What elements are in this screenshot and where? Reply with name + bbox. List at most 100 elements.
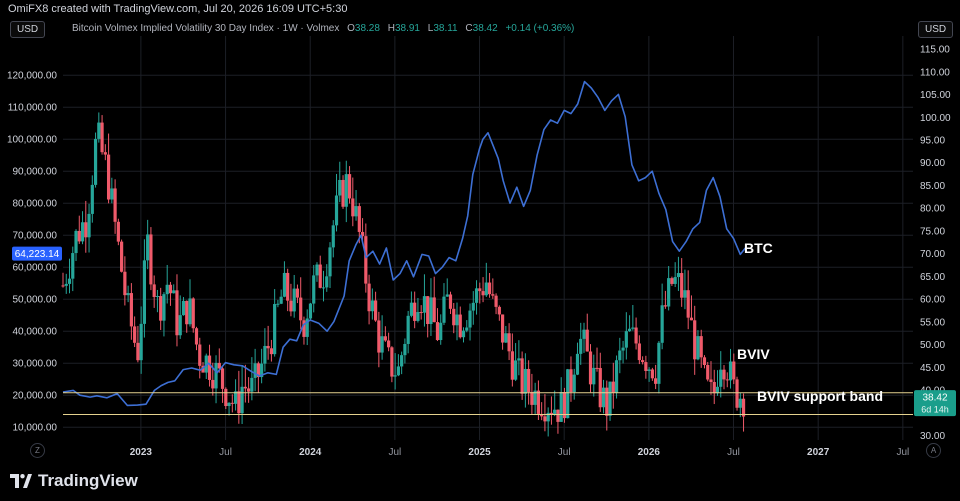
right-tick-label: 95.00 [920,136,945,147]
candle-body [634,327,638,344]
candle-body [559,392,563,422]
right-price-axis: 115.00 110.00 105.00 100.00 95.00 90.00 85.00 8… [920,45,951,442]
candle-body [670,278,674,284]
goto-right-button[interactable]: A [926,443,941,458]
change-value: +0.14 (+0.36%) [505,23,575,34]
candle-body [484,282,488,296]
candle-body [579,338,583,354]
candle-body [328,247,332,277]
btc-price-tag-label: 64,223.14 [15,249,60,260]
candle-body [478,288,482,292]
candle-body [474,288,479,303]
candle-body [120,241,124,272]
candle-body [116,221,120,242]
candle-body [569,369,573,393]
candle-body [188,298,192,325]
candle-body [347,174,352,199]
candle-body [87,213,91,238]
candle-body [500,314,505,343]
candle-body [315,264,319,276]
time-tick-label: 2026 [638,447,661,458]
candle-body [93,138,98,185]
brand-name: TradingView [38,471,138,490]
candle-body [536,390,541,414]
close-value: 38.42 [472,23,498,34]
candle-body [448,294,453,309]
candle-body [647,369,651,371]
time-tick-label: 2025 [468,447,491,458]
candle-body [162,294,166,321]
candle-body [416,312,420,321]
candle-body [390,347,394,377]
candle-body [61,285,65,287]
candle-body [393,375,397,377]
candle-body [282,272,287,297]
candle-body [445,294,449,297]
candle-body [168,284,173,294]
candle-body [318,264,322,288]
candle-body [728,361,733,381]
candle-body [77,230,81,242]
candle-body [97,122,101,139]
candle-body [207,355,212,380]
candle-body [67,278,72,284]
candle-body [178,315,182,336]
candle-body [263,345,267,364]
left-currency-button[interactable]: USD [10,21,46,38]
left-tick-label: 100,000.00 [7,135,57,146]
candle-body [523,368,527,394]
candle-body [165,284,169,295]
candle-body [455,314,459,326]
high-label: H [387,23,395,34]
high-value: 38.91 [394,23,420,34]
right-tick-label: 85.00 [920,181,945,192]
candle-body [64,283,68,286]
candle-body [373,300,378,321]
candle-body [693,320,697,360]
close-label: C [465,23,473,34]
right-tick-label: 45.00 [920,363,945,374]
candle-body [527,368,531,392]
candle-body [136,342,140,361]
candle-body [354,206,358,217]
goto-left-button[interactable]: Z [30,443,45,458]
candle-body [172,290,176,294]
candle-body [250,377,254,392]
candle-body [377,320,381,353]
candle-body [100,122,104,153]
candle-body [191,298,195,329]
candle-body [214,362,218,389]
candle-body [71,253,75,279]
candle-body [142,260,147,324]
candle-body [139,323,143,361]
candle-body [572,374,576,393]
candle-body [432,297,436,323]
candle-body [442,296,446,323]
right-tick-label: 100.00 [920,113,951,124]
candle-body [103,152,107,155]
candle-body [452,308,456,326]
right-tick-label: 75.00 [920,226,945,237]
right-tick-label: 110.00 [920,67,950,78]
candle-body [266,345,270,349]
left-tick-label: 30,000.00 [13,359,58,370]
candle-body [429,297,433,325]
candle-body [644,362,648,371]
right-tick-label: 55.00 [920,317,945,328]
candle-body [689,317,694,321]
right-tick-label: 30.00 [920,431,945,442]
candle-body [289,300,293,312]
annotations: BTC BVIV BVIV support band [737,240,883,404]
right-currency-button[interactable]: USD [918,21,954,38]
low-value: 38.11 [433,23,458,34]
candle-body [273,304,277,355]
candle-body [325,276,329,288]
candle-body [126,293,130,296]
left-tick-label: 20,000.00 [13,391,58,402]
chart-svg[interactable]: 120,000.00 110,000.00 100,000.00 90,000.00 8… [0,0,960,501]
candle-body [370,300,374,312]
candle-body [494,295,498,307]
candle-body [400,355,404,367]
candle-body [439,322,443,341]
candle-body [224,388,228,407]
